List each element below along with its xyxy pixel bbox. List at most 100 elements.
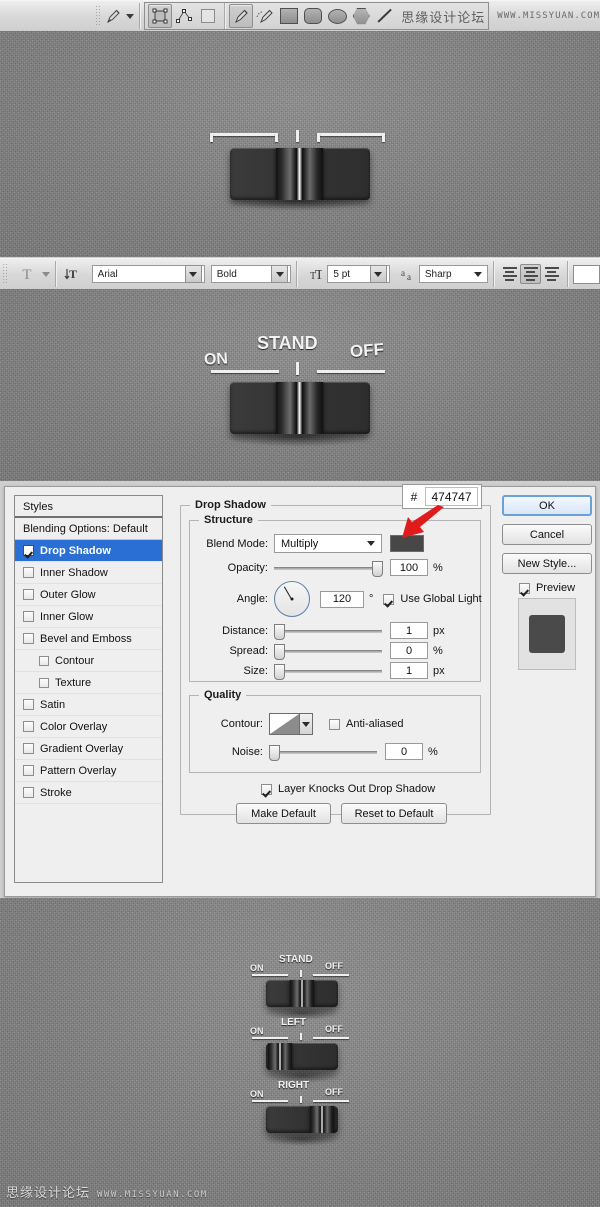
drop-shadow-title: Drop Shadow xyxy=(190,499,271,511)
type-tool-icon[interactable]: T xyxy=(16,262,39,286)
distance-input[interactable]: 1 xyxy=(390,622,428,639)
reset-to-default-button[interactable]: Reset to Default xyxy=(341,803,447,824)
chevron-down-icon[interactable] xyxy=(184,265,202,283)
svg-text:T: T xyxy=(315,268,322,282)
polygon-icon[interactable] xyxy=(349,4,373,28)
contour-dropdown-icon[interactable] xyxy=(300,713,313,735)
switch-body[interactable] xyxy=(266,1106,338,1133)
style-item-bevel-and-emboss[interactable]: Bevel and Emboss xyxy=(15,628,162,650)
structure-group: Structure Blend Mode: Multiply Opacity: xyxy=(189,514,482,682)
font-size-select[interactable]: 5 pt xyxy=(327,265,390,283)
style-item-inner-shadow[interactable]: Inner Shadow xyxy=(15,562,162,584)
style-item-stroke[interactable]: Stroke xyxy=(15,782,162,804)
type-options-toolbar: T T Arial Bold TT 5 pt aa Sharp xyxy=(0,258,600,290)
blending-options-item[interactable]: Blending Options: Default xyxy=(15,518,162,540)
switch-body[interactable] xyxy=(266,980,338,1007)
style-item-checkbox[interactable] xyxy=(23,699,34,710)
align-center-icon[interactable] xyxy=(520,264,542,284)
layer-knockout-checkbox[interactable] xyxy=(261,783,272,795)
chevron-down-icon[interactable] xyxy=(470,266,485,282)
style-item-gradient-overlay[interactable]: Gradient Overlay xyxy=(15,738,162,760)
font-style-select[interactable]: Bold xyxy=(210,265,292,283)
rounded-rectangle-icon[interactable] xyxy=(301,4,325,28)
style-item-contour[interactable]: Contour xyxy=(15,650,162,672)
style-item-checkbox[interactable] xyxy=(23,633,34,644)
style-item-drop-shadow[interactable]: Drop Shadow xyxy=(15,540,162,562)
font-family-select[interactable]: Arial xyxy=(91,265,205,283)
spread-input[interactable]: 0 xyxy=(390,642,428,659)
freeform-pen-icon[interactable] xyxy=(253,4,277,28)
style-item-checkbox[interactable] xyxy=(23,721,34,732)
style-item-label: Stroke xyxy=(40,786,72,799)
style-item-color-overlay[interactable]: Color Overlay xyxy=(15,716,162,738)
anti-aliased-checkbox[interactable] xyxy=(329,718,340,730)
distance-slider[interactable] xyxy=(274,623,382,640)
spread-slider[interactable] xyxy=(274,643,382,660)
anti-alias-select[interactable]: Sharp xyxy=(418,265,488,283)
angle-dial[interactable] xyxy=(274,581,310,617)
align-left-icon[interactable] xyxy=(499,264,520,284)
cancel-button[interactable]: Cancel xyxy=(502,524,592,545)
pen-tool-icon[interactable] xyxy=(104,4,123,28)
align-right-icon[interactable] xyxy=(541,264,562,284)
noise-input[interactable]: 0 xyxy=(385,743,423,760)
switch-body[interactable] xyxy=(230,148,370,200)
blend-mode-select[interactable]: Multiply xyxy=(274,534,382,553)
style-item-inner-glow[interactable]: Inner Glow xyxy=(15,606,162,628)
paths-icon[interactable] xyxy=(172,4,196,28)
noise-slider[interactable] xyxy=(269,744,377,761)
chevron-down-icon[interactable] xyxy=(271,265,289,283)
noise-label: Noise: xyxy=(231,745,263,758)
style-item-checkbox[interactable] xyxy=(23,611,34,622)
ok-button[interactable]: OK xyxy=(502,495,592,516)
font-size-icon[interactable]: TT xyxy=(302,262,325,286)
distance-label: Distance: xyxy=(222,624,268,637)
shape-layers-icon[interactable] xyxy=(148,4,173,28)
hex-color-input[interactable]: 474747 xyxy=(425,487,478,506)
toolbar-grip[interactable] xyxy=(2,263,9,285)
use-global-light-checkbox[interactable] xyxy=(383,593,395,605)
toolbar-grip[interactable] xyxy=(95,5,101,27)
style-item-outer-glow[interactable]: Outer Glow xyxy=(15,584,162,606)
style-item-checkbox[interactable] xyxy=(23,545,34,556)
contour-preview[interactable] xyxy=(269,713,300,735)
style-item-checkbox[interactable] xyxy=(39,655,49,666)
style-item-pattern-overlay[interactable]: Pattern Overlay xyxy=(15,760,162,782)
new-style-button[interactable]: New Style... xyxy=(502,553,592,574)
toolbar-separator xyxy=(138,3,140,29)
make-default-button[interactable]: Make Default xyxy=(236,803,331,824)
style-item-satin[interactable]: Satin xyxy=(15,694,162,716)
style-item-checkbox[interactable] xyxy=(23,567,34,578)
toolbar-separator xyxy=(567,261,569,287)
style-item-checkbox[interactable] xyxy=(23,765,34,776)
style-item-checkbox[interactable] xyxy=(23,787,34,798)
style-preview xyxy=(518,598,576,670)
shape-mode-group: 思缘设计论坛 xyxy=(144,2,490,30)
style-item-texture[interactable]: Texture xyxy=(15,672,162,694)
pen-tool-dropdown-icon[interactable] xyxy=(125,13,134,19)
type-tool-dropdown-icon[interactable] xyxy=(41,271,50,277)
style-item-checkbox[interactable] xyxy=(39,677,49,688)
line-icon[interactable] xyxy=(373,4,397,28)
style-item-checkbox[interactable] xyxy=(23,589,34,600)
size-input[interactable]: 1 xyxy=(390,662,428,679)
style-item-checkbox[interactable] xyxy=(23,743,34,754)
opacity-slider[interactable] xyxy=(274,560,383,577)
angle-input[interactable]: 120 xyxy=(320,590,364,608)
toolbar-watermark-url: WWW.MISSYUAN.COM xyxy=(497,11,600,21)
pen-tool-icon[interactable] xyxy=(229,4,254,28)
canvas-preview-top xyxy=(0,31,600,257)
switch-body[interactable] xyxy=(266,1043,338,1070)
preview-checkbox[interactable] xyxy=(518,582,530,594)
ellipse-icon[interactable] xyxy=(325,4,349,28)
opacity-input[interactable]: 100 xyxy=(390,559,428,576)
size-slider[interactable] xyxy=(274,663,382,680)
svg-text:T: T xyxy=(23,267,32,282)
text-orientation-icon[interactable]: T xyxy=(61,262,84,286)
rectangle-icon[interactable] xyxy=(277,4,301,28)
switch-body[interactable] xyxy=(230,382,370,434)
fill-pixels-icon[interactable] xyxy=(196,4,220,28)
chevron-down-icon[interactable] xyxy=(369,265,387,283)
text-color-swatch[interactable] xyxy=(573,264,600,284)
chevron-down-icon[interactable] xyxy=(367,541,375,546)
